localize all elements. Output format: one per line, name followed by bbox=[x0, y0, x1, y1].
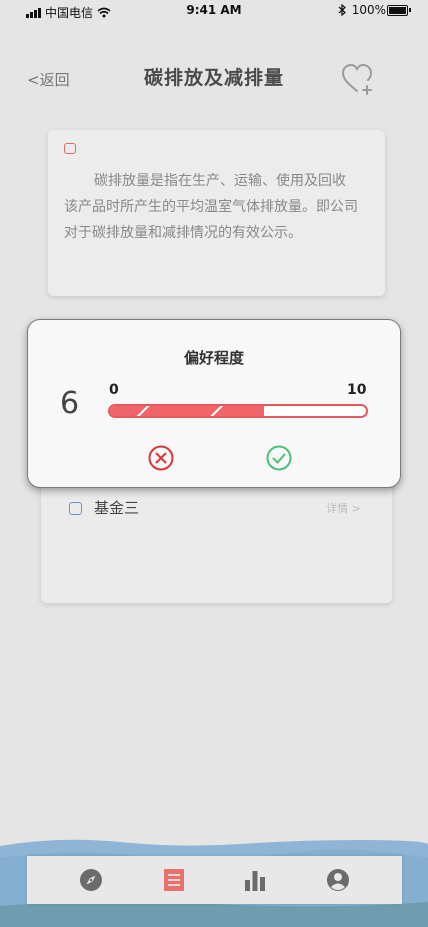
fund-detail-link[interactable]: 详情 > bbox=[326, 500, 361, 516]
nav-bar: <返回 碳排放及减排量 bbox=[0, 55, 428, 99]
info-checkbox[interactable] bbox=[64, 143, 76, 154]
battery-icon bbox=[387, 5, 408, 16]
page: 中国电信 9:41 AM 100% <返回 碳排放及减排量 碳排放量是指在生产、 bbox=[0, 0, 428, 927]
user-icon[interactable] bbox=[326, 868, 350, 892]
scale-min-label: 0 bbox=[109, 382, 119, 398]
info-description: 碳排放量是指在生产、运输、使用及回收 该产品时所产生的平均温室气体排放量。即公司… bbox=[64, 173, 358, 241]
preference-slider[interactable] bbox=[108, 404, 368, 418]
heart-plus-icon[interactable] bbox=[340, 61, 376, 97]
compass-icon[interactable] bbox=[79, 868, 103, 892]
bluetooth-icon bbox=[338, 4, 346, 16]
info-card: 碳排放量是指在生产、运输、使用及回收 该产品时所产生的平均温室气体排放量。即公司… bbox=[48, 130, 385, 296]
status-bar: 中国电信 9:41 AM 100% bbox=[0, 0, 428, 22]
dialog-title: 偏好程度 bbox=[183, 349, 244, 367]
check-circle-icon[interactable] bbox=[266, 445, 292, 471]
scale-max-label: 10 bbox=[347, 382, 367, 398]
fund-checkbox[interactable] bbox=[69, 502, 82, 515]
battery-percent: 100% bbox=[351, 3, 386, 17]
battery-tip bbox=[409, 8, 411, 12]
close-circle-icon[interactable] bbox=[148, 445, 174, 471]
status-right: 100% bbox=[338, 3, 386, 17]
slider-fill bbox=[110, 406, 264, 416]
list-icon[interactable] bbox=[162, 868, 186, 892]
preference-dialog: 偏好程度 6 0 10 bbox=[27, 319, 401, 488]
bar-chart-icon[interactable] bbox=[243, 868, 267, 892]
preference-value: 6 bbox=[60, 386, 80, 421]
tab-bar bbox=[27, 856, 402, 904]
fund-label: 基金三 bbox=[94, 499, 140, 517]
fund-card: 基金三 详情 > bbox=[41, 470, 392, 603]
